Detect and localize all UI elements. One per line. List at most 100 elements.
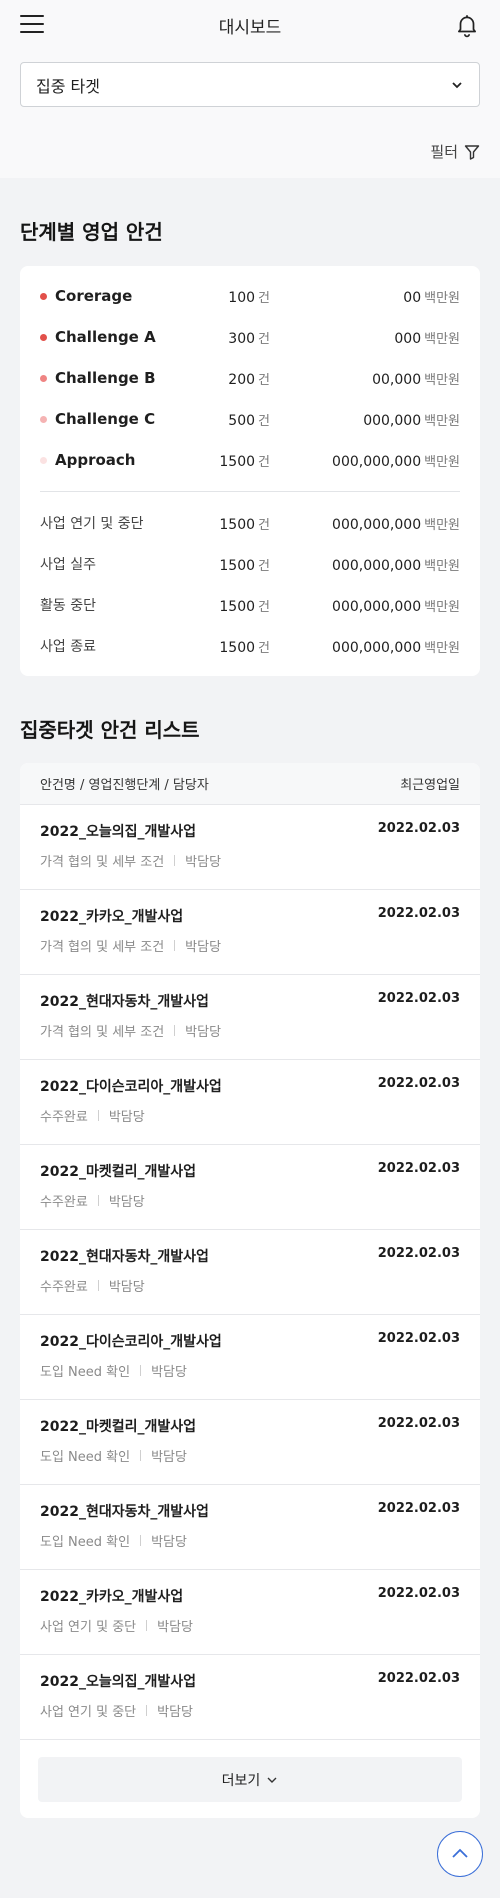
list-item-meta: 도입 Need 확인 박담당 (40, 1531, 460, 1550)
stage-amount-value: 00 (403, 289, 422, 306)
stage-count-unit: 건 (258, 640, 270, 656)
more-label: 더보기 (221, 1772, 261, 1789)
stage-count-unit: 건 (258, 558, 270, 574)
stage-amount: 00 백만원 (270, 287, 460, 306)
stage-card: Corerage 100 건 00 백만원 Challenge A 300 건 000 백만원 Ch… (20, 266, 480, 676)
meta-separator (174, 1025, 176, 1036)
list-item[interactable]: 2022_오늘의집_개발사업 2022.02.03 사업 연기 및 중단 박담당 (20, 1655, 480, 1740)
stage-amount: 00,000 백만원 (270, 369, 460, 388)
list-item-manager: 박담당 (185, 855, 222, 870)
list-item[interactable]: 2022_오늘의집_개발사업 2022.02.03 가격 협의 및 세부 조건 박담당 (20, 805, 480, 890)
stage-name: Approach (40, 451, 190, 469)
list-item[interactable]: 2022_현대자동차_개발사업 2022.02.03 수주완료 박담당 (20, 1230, 480, 1315)
scroll-top-button[interactable] (437, 1831, 483, 1877)
top-area: 대시보드 집중 타겟 필터 (0, 0, 500, 178)
stage-amount: 000,000,000 백만원 (270, 555, 460, 574)
list-item-meta: 수주완료 박담당 (40, 1106, 460, 1125)
list-item[interactable]: 2022_현대자동차_개발사업 2022.02.03 가격 협의 및 세부 조건 박담… (20, 975, 480, 1060)
list-item-manager: 박담당 (108, 1195, 145, 1210)
list-item-title: 2022_현대자동차_개발사업 (40, 1504, 209, 1520)
page-title: 대시보드 (218, 18, 282, 38)
stage-count: 1500 건 (190, 596, 270, 615)
list-item[interactable]: 2022_마켓컬리_개발사업 2022.02.03 도입 Need 확인 박담당 (20, 1400, 480, 1485)
stage-amount-unit: 백만원 (424, 558, 460, 574)
list-item-date: 2022.02.03 (377, 906, 460, 921)
stage-color-dot (40, 333, 47, 341)
list-item[interactable]: 2022_마켓컬리_개발사업 2022.02.03 수주완료 박담당 (20, 1145, 480, 1230)
stage-color-dot (40, 292, 47, 300)
list-section-title: 집중타겟 안건 리스트 (20, 718, 200, 742)
list-item-meta: 사업 연기 및 중단 박담당 (40, 1701, 460, 1720)
stage-row: 활동 중단 1500 건 000,000,000 백만원 (40, 594, 460, 616)
stage-count-value: 1500 (219, 598, 256, 615)
list-item-meta: 수주완료 박담당 (40, 1191, 460, 1210)
list-item[interactable]: 2022_다이슨코리아_개발사업 2022.02.03 수주완료 박담당 (20, 1060, 480, 1145)
meta-separator (97, 1280, 99, 1291)
meta-separator (97, 1195, 99, 1206)
stage-name-text: 사업 연기 및 중단 (40, 516, 144, 532)
stage-amount: 000,000 백만원 (270, 410, 460, 429)
list-item-date: 2022.02.03 (377, 1586, 460, 1601)
stage-row: Challenge A 300 건 000 백만원 (40, 326, 460, 348)
list-item-date: 2022.02.03 (377, 1246, 460, 1261)
stage-name-text: Challenge A (55, 328, 156, 346)
chevron-up-icon (452, 1848, 468, 1858)
stage-name: Challenge A (40, 328, 190, 346)
stage-amount-value: 000,000,000 (332, 453, 422, 470)
more-button[interactable]: 더보기 (38, 1757, 462, 1802)
meta-separator (146, 1705, 148, 1716)
stage-row: Challenge B 200 건 00,000 백만원 (40, 367, 460, 389)
list-item-manager: 박담당 (185, 940, 222, 955)
target-select[interactable]: 집중 타겟 (20, 62, 480, 107)
stage-count-value: 1500 (219, 516, 256, 533)
stage-amount: 000,000,000 백만원 (270, 451, 460, 470)
list-item-manager: 박담당 (108, 1110, 145, 1125)
stage-amount-unit: 백만원 (424, 331, 460, 347)
list-item-title: 2022_마켓컬리_개발사업 (40, 1164, 197, 1180)
list-item-date: 2022.02.03 (377, 1501, 460, 1516)
list-item-date: 2022.02.03 (377, 1076, 460, 1091)
list-item-manager: 박담당 (151, 1535, 187, 1550)
stage-amount: 000,000,000 백만원 (270, 637, 460, 656)
stage-count: 1500 건 (190, 451, 270, 470)
list-item-main: 2022_다이슨코리아_개발사업 2022.02.03 (40, 1076, 460, 1096)
stage-divider (40, 491, 460, 492)
stage-amount-value: 000 (394, 330, 422, 347)
list-item[interactable]: 2022_카카오_개발사업 2022.02.03 가격 협의 및 세부 조건 박담당 (20, 890, 480, 975)
stage-name-text: 사업 실주 (40, 557, 96, 573)
list-item[interactable]: 2022_카카오_개발사업 2022.02.03 사업 연기 및 중단 박담당 (20, 1570, 480, 1655)
stage-row: 사업 실주 1500 건 000,000,000 백만원 (40, 553, 460, 575)
list-item-title: 2022_오늘의집_개발사업 (40, 824, 197, 840)
list-card: 안건명 / 영업진행단계 / 담당자 최근영업일 2022_오늘의집_개발사업 2… (20, 763, 480, 1818)
list-item-stage: 가격 협의 및 세부 조건 (40, 1025, 165, 1040)
stage-count-unit: 건 (258, 517, 270, 533)
list-item-title: 2022_카카오_개발사업 (40, 909, 184, 925)
stage-name: 사업 종료 (40, 636, 190, 656)
stage-amount-unit: 백만원 (424, 413, 460, 429)
stage-amount-value: 000,000,000 (332, 598, 422, 615)
list-item-meta: 가격 협의 및 세부 조건 박담당 (40, 1021, 460, 1040)
stage-amount: 000,000,000 백만원 (270, 514, 460, 533)
stage-count-value: 300 (228, 330, 256, 347)
stage-count-value: 1500 (219, 639, 256, 656)
list-item-meta: 도입 Need 확인 박담당 (40, 1446, 460, 1465)
list-item-date: 2022.02.03 (377, 991, 460, 1006)
target-select-value: 집중 타겟 (36, 76, 100, 96)
stage-amount: 000 백만원 (270, 328, 460, 347)
app-header: 대시보드 (0, 0, 500, 50)
stage-name: 활동 중단 (40, 595, 190, 615)
stage-amount-value: 000,000,000 (332, 639, 422, 656)
meta-separator (97, 1110, 99, 1121)
list-item-meta: 사업 연기 및 중단 박담당 (40, 1616, 460, 1635)
filter-button[interactable]: 필터 (430, 141, 480, 162)
bell-icon[interactable] (454, 12, 480, 38)
stage-name-text: Challenge B (55, 369, 156, 387)
meta-separator (140, 1535, 142, 1546)
meta-separator (174, 940, 176, 951)
list-item[interactable]: 2022_다이슨코리아_개발사업 2022.02.03 도입 Need 확인 박담당 (20, 1315, 480, 1400)
stage-name-text: 사업 종료 (40, 639, 96, 655)
stage-amount-unit: 백만원 (424, 454, 460, 470)
stage-amount-unit: 백만원 (424, 290, 460, 306)
list-item[interactable]: 2022_현대자동차_개발사업 2022.02.03 도입 Need 확인 박담당 (20, 1485, 480, 1570)
list-item-stage: 가격 협의 및 세부 조건 (40, 855, 165, 870)
